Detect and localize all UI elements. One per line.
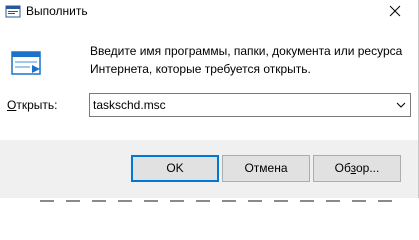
instruction-text: Введите имя программы, папки, документа … <box>90 44 403 76</box>
run-dialog: Выполнить Введите имя программы, папки, … <box>0 0 419 198</box>
dialog-content: Введите имя программы, папки, документа … <box>0 22 418 140</box>
button-bar: OK Отмена Обзор... <box>0 140 418 198</box>
open-label: Открыть: <box>7 98 57 112</box>
dropdown-button[interactable] <box>392 94 410 116</box>
ok-button[interactable]: OK <box>131 155 219 182</box>
browse-button[interactable]: Обзор... <box>313 155 401 182</box>
browse-label-suffix: ор... <box>355 161 380 175</box>
background-document-edge <box>0 198 419 203</box>
cancel-button[interactable]: Отмена <box>222 155 310 182</box>
open-label-text: ткрыть: <box>16 98 58 112</box>
close-icon <box>389 5 401 17</box>
run-program-icon <box>10 47 42 79</box>
browse-label-prefix: Об <box>334 161 351 175</box>
open-accesskey: О <box>7 98 17 112</box>
window-title: Выполнить <box>26 4 88 18</box>
title-bar[interactable]: Выполнить <box>0 0 418 22</box>
close-button[interactable] <box>372 0 418 22</box>
open-input[interactable]: taskschd.msc <box>93 98 166 112</box>
run-dialog-icon <box>5 3 21 19</box>
open-combobox[interactable]: taskschd.msc <box>89 93 411 117</box>
chevron-down-icon <box>396 102 406 108</box>
